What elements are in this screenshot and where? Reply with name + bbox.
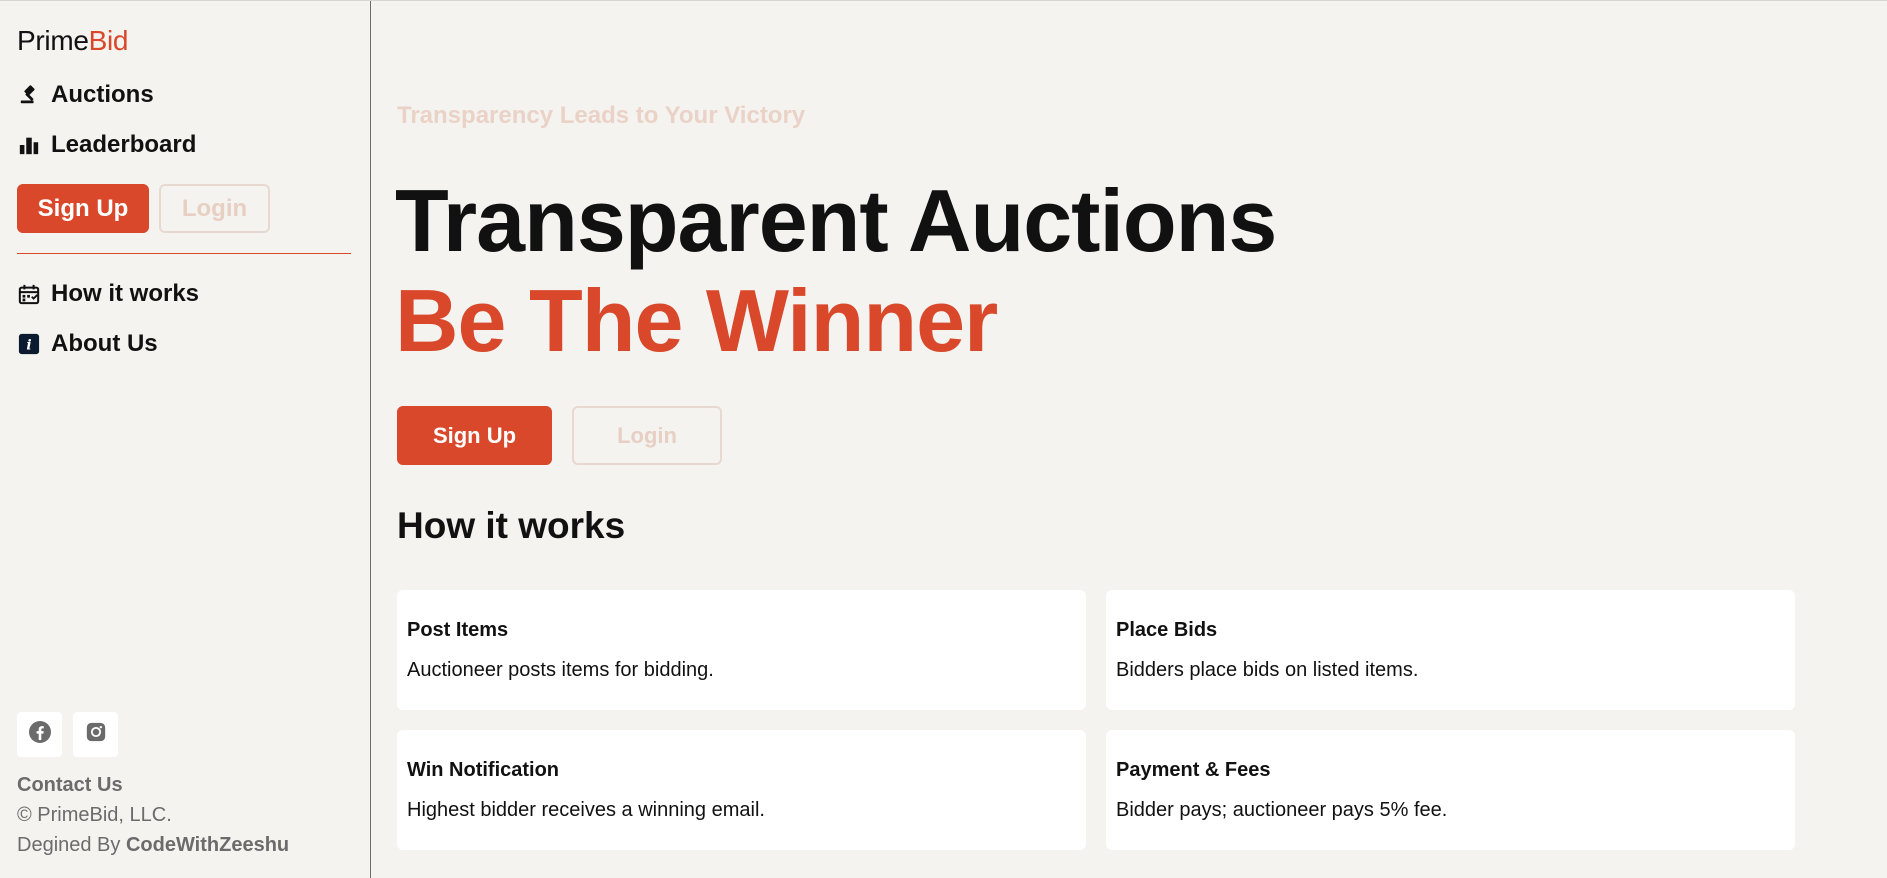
sidebar-divider (17, 253, 351, 254)
sidebar: Prime Bid Auctions Leaderboard Sign Up Lo… (0, 1, 371, 878)
sidebar-signup-button[interactable]: Sign Up (17, 184, 149, 233)
sidebar-item-leaderboard[interactable]: Leaderboard (17, 125, 353, 165)
facebook-button[interactable] (17, 712, 62, 757)
brand-logo[interactable]: Prime Bid (17, 23, 353, 59)
step-description: Bidders place bids on listed items. (1116, 659, 1419, 681)
sidebar-auth-buttons: Sign Up Login (17, 184, 353, 233)
secondary-nav: How it works i About Us (17, 274, 353, 364)
step-title: Post Items (407, 619, 509, 641)
hero-auth-buttons: Sign Up Login (397, 406, 722, 465)
step-title: Place Bids (1116, 619, 1218, 641)
step-description: Highest bidder receives a winning email. (407, 799, 765, 821)
hero-title-line2: Be The Winner (395, 271, 998, 370)
sidebar-item-label: Auctions (51, 81, 154, 108)
step-title: Win Notification (407, 759, 560, 781)
sidebar-item-about-us[interactable]: i About Us (17, 324, 353, 364)
step-description: Auctioneer posts items for bidding. (407, 659, 714, 681)
hero-title-line1: Transparent Auctions (395, 171, 1277, 270)
sidebar-login-button[interactable]: Login (159, 184, 270, 233)
social-links (17, 712, 289, 757)
brand-prefix: Prime (17, 25, 89, 56)
designer-name: CodeWithZeeshu (125, 834, 290, 856)
sidebar-item-label: About Us (51, 330, 158, 357)
how-it-works-cards: Post Items Auctioneer posts items for bi… (397, 590, 1795, 850)
step-card: Payment & Fees Bidder pays; auctioneer p… (1106, 730, 1795, 850)
contact-us-link[interactable]: Contact Us (17, 770, 289, 800)
step-description: Bidder pays; auctioneer pays 5% fee. (1116, 799, 1448, 821)
designed-by-text: Degined By CodeWithZeeshu (17, 830, 289, 860)
sidebar-item-auctions[interactable]: Auctions (17, 75, 353, 115)
bar-chart-icon (17, 133, 41, 157)
step-card: Post Items Auctioneer posts items for bi… (397, 590, 1086, 710)
svg-text:i: i (26, 338, 31, 354)
hero-login-button[interactable]: Login (572, 406, 722, 465)
copyright-text: © PrimeBid, LLC. (17, 804, 172, 826)
step-title: Payment & Fees (1116, 759, 1271, 781)
designed-by-prefix: Degined By (17, 834, 126, 856)
info-icon: i (17, 332, 41, 356)
primary-nav: Auctions Leaderboard (17, 75, 353, 165)
step-card: Win Notification Highest bidder receives… (397, 730, 1086, 850)
sidebar-item-label: How it works (51, 280, 200, 307)
facebook-icon (28, 720, 52, 749)
brand-accent: Bid (88, 25, 129, 56)
app-root: Prime Bid Auctions Leaderboard Sign Up Lo… (0, 0, 1887, 878)
sidebar-footer: Contact Us © PrimeBid, LLC. Degined By C… (17, 712, 289, 860)
instagram-icon (85, 721, 107, 748)
step-card: Place Bids Bidders place bids on listed … (1106, 590, 1795, 710)
hero-tagline: Transparency Leads to Your Victory (397, 102, 806, 129)
sidebar-item-how-it-works[interactable]: How it works (17, 274, 353, 314)
how-it-works-title: How it works (397, 505, 626, 546)
sidebar-item-label: Leaderboard (51, 131, 197, 158)
instagram-button[interactable] (73, 712, 118, 757)
main-content: Transparency Leads to Your Victory Trans… (371, 1, 1887, 878)
hero-signup-button[interactable]: Sign Up (397, 406, 552, 465)
calendar-icon (17, 282, 41, 306)
gavel-icon (17, 83, 41, 107)
